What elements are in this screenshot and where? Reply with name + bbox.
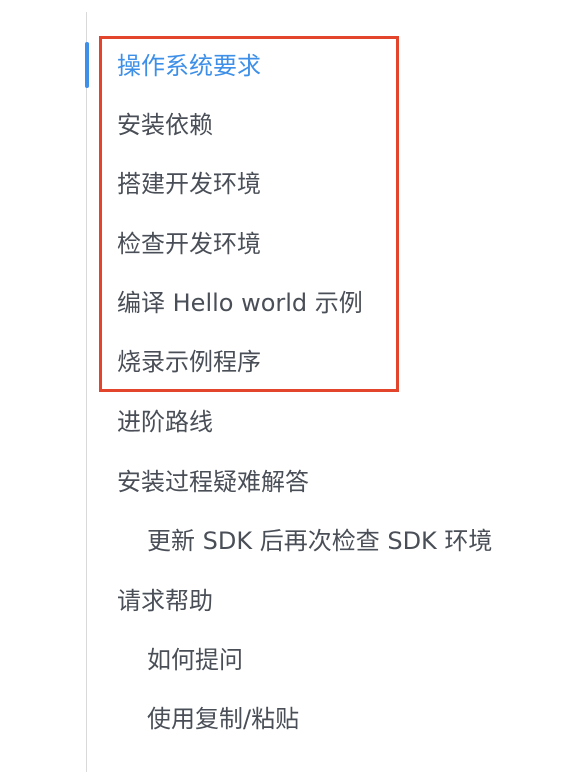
highlight-annotation-box	[99, 36, 399, 392]
toc-item-setup-dev-environment[interactable]: 搭建开发环境	[117, 166, 261, 202]
toc-item-how-to-ask[interactable]: 如何提问	[147, 642, 243, 678]
toc-item-install-troubleshooting[interactable]: 安装过程疑难解答	[117, 464, 309, 500]
toc-item-recheck-sdk-after-update[interactable]: 更新 SDK 后再次检查 SDK 环境	[147, 523, 492, 559]
toc-item-check-dev-environment[interactable]: 检查开发环境	[117, 226, 261, 262]
active-indicator	[85, 42, 89, 88]
toc-item-os-requirements[interactable]: 操作系统要求	[117, 48, 261, 84]
toc-item-build-hello-world[interactable]: 编译 Hello world 示例	[117, 285, 363, 321]
toc-item-request-help[interactable]: 请求帮助	[117, 583, 213, 619]
toc-item-flash-example[interactable]: 烧录示例程序	[117, 344, 261, 380]
toc-item-use-copy-paste[interactable]: 使用复制/粘贴	[147, 701, 299, 737]
toc-rail	[86, 12, 87, 772]
toc-item-install-dependencies[interactable]: 安装依赖	[117, 107, 213, 143]
toc-item-advanced-roadmap[interactable]: 进阶路线	[117, 404, 213, 440]
